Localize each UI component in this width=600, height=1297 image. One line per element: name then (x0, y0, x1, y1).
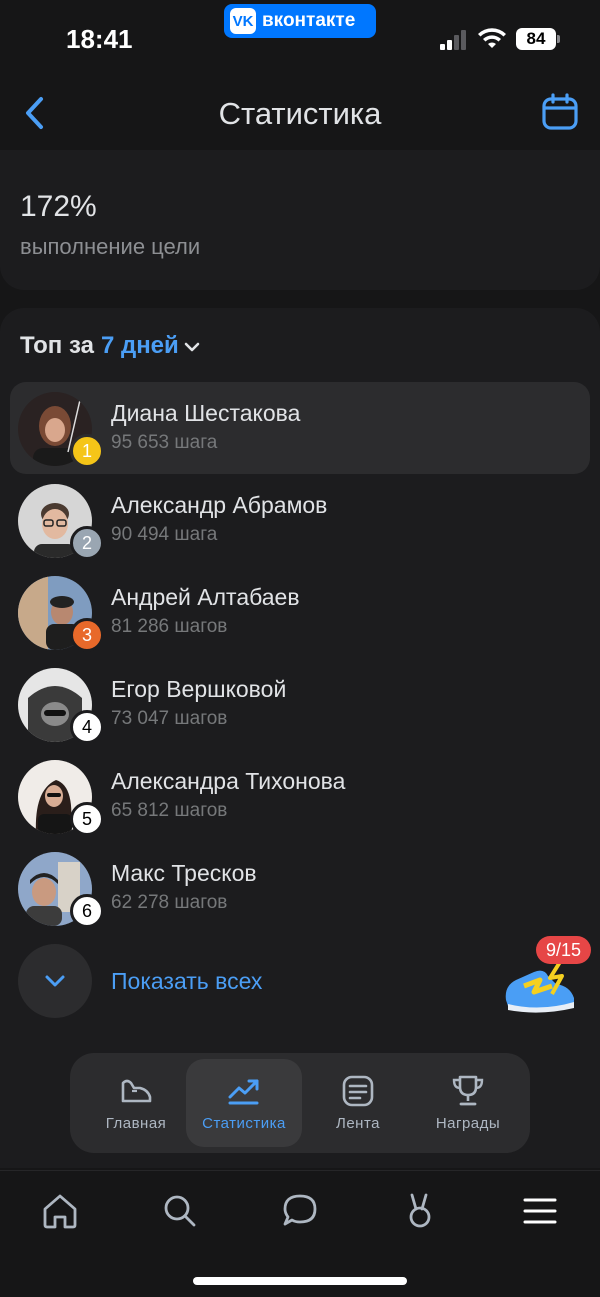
rank-badge: 5 (70, 802, 104, 836)
rank-badge: 3 (70, 618, 104, 652)
tab-label: Лента (335, 1115, 380, 1132)
show-all-circle[interactable] (18, 944, 92, 1018)
rank-badge: 6 (70, 894, 104, 928)
vk-logo-icon: VK (230, 8, 256, 34)
tab-label: Награды (435, 1115, 501, 1132)
status-time: 18:41 (66, 24, 133, 54)
leader-steps: 62 278 шагов (111, 892, 228, 913)
rank-badge: 1 (70, 434, 104, 468)
leader-steps: 73 047 шагов (111, 708, 228, 729)
leaderboard-heading: Топ за 7 дней (20, 332, 201, 360)
leader-name: Диана Шестакова (111, 400, 301, 426)
feed-icon (342, 1075, 374, 1107)
menu-icon[interactable] (520, 1191, 560, 1231)
trophy-icon (452, 1075, 484, 1106)
leaderboard-row[interactable]: 1 Диана Шестакова 95 653 шага (10, 382, 590, 474)
vk-app-name: вконтакте (262, 10, 356, 31)
sneaker-icon (121, 1079, 152, 1103)
show-all-button[interactable]: Показать всех (10, 944, 430, 1018)
tab-feed[interactable]: Лента (300, 1059, 416, 1147)
chevron-down-icon[interactable] (183, 338, 201, 356)
nav-header: Статистика (0, 80, 600, 150)
leader-name: Александр Абрамов (111, 492, 328, 518)
goal-card: 172% выполнение цели (0, 150, 600, 290)
leader-steps: 81 286 шагов (111, 616, 228, 637)
show-all-label[interactable]: Показать всех (111, 968, 262, 995)
sneaker-icon (505, 960, 574, 1013)
battery-indicator: 84 (516, 28, 556, 50)
messages-icon[interactable] (280, 1191, 320, 1231)
challenge-widget[interactable]: 9/15 (498, 936, 598, 1022)
tab-home[interactable]: Главная (78, 1059, 194, 1147)
wifi-icon (478, 28, 506, 48)
leader-steps: 90 494 шага (111, 524, 218, 545)
clips-icon[interactable] (400, 1191, 440, 1231)
calendar-icon[interactable] (540, 92, 580, 132)
tab-awards[interactable]: Награды (410, 1059, 526, 1147)
home-indicator[interactable] (193, 1277, 407, 1285)
leaderboard-row[interactable]: 4 Егор Вершковой 73 047 шагов (10, 658, 590, 750)
tab-label: Статистика (202, 1115, 286, 1132)
trending-up-icon (228, 1079, 259, 1105)
battery-tip (557, 35, 560, 43)
home-icon[interactable] (40, 1191, 80, 1231)
leaderboard-row[interactable]: 5 Александра Тихонова 65 812 шагов (10, 750, 590, 842)
leaderboard-row[interactable]: 3 Андрей Алтабаев 81 286 шагов (10, 566, 590, 658)
search-icon[interactable] (160, 1191, 200, 1231)
leader-name: Макс Тресков (111, 860, 257, 886)
leader-name: Егор Вершковой (111, 676, 287, 702)
section-tabbar: Главная Статистика Лента Награды (70, 1053, 530, 1153)
page-title: Статистика (218, 96, 382, 131)
rank-badge: 2 (70, 526, 104, 560)
rank-badge: 4 (70, 710, 104, 744)
status-bar: 18:41 VK вконтакте 84 (0, 0, 600, 80)
challenge-progress-badge: 9/15 (536, 936, 592, 964)
leader-name: Андрей Алтабаев (111, 584, 300, 610)
period-selector[interactable]: 7 дней (101, 332, 179, 360)
leaderboard-card: Топ за 7 дней 1 Диана Шестакова 95 653 ш… (0, 308, 600, 1168)
leaderboard-row[interactable]: 2 Александр Абрамов 90 494 шага (10, 474, 590, 566)
chevron-down-icon (45, 975, 65, 987)
goal-percentage: 172% (20, 190, 97, 223)
tab-label: Главная (105, 1115, 167, 1132)
goal-label: выполнение цели (20, 234, 201, 259)
leaderboard-row[interactable]: 6 Макс Тресков 62 278 шагов (10, 842, 590, 934)
leader-steps: 95 653 шага (111, 432, 218, 453)
cellular-signal-icon (440, 30, 466, 50)
leader-steps: 65 812 шагов (111, 800, 228, 821)
leader-name: Александра Тихонова (111, 768, 346, 794)
tab-statistics[interactable]: Статистика (186, 1059, 302, 1147)
vk-app-badge[interactable]: VK вконтакте (224, 4, 376, 38)
leaderboard-heading-prefix: Топ за (20, 332, 94, 359)
